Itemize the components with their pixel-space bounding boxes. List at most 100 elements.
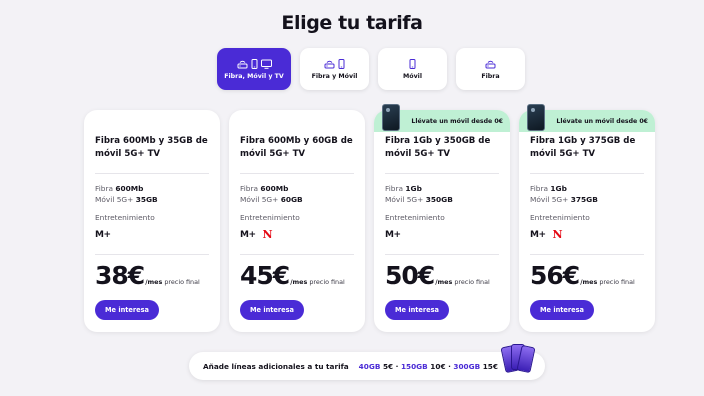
movil-spec: Móvil 5G+ 35GB	[95, 194, 158, 205]
price: 38€ /mes precio final	[95, 261, 200, 290]
fibra-spec: Fibra 600Mb	[95, 183, 143, 194]
phone-icon	[409, 58, 416, 69]
fibra-value: 1Gb	[550, 184, 567, 193]
movil-spec: Móvil 5G+ 60GB	[240, 194, 303, 205]
price-amount: 56€	[530, 261, 580, 290]
movil-value: 35GB	[135, 195, 158, 204]
fibra-label: Fibra	[95, 184, 116, 193]
phone-image-icon	[382, 104, 400, 131]
plan-type-tabs: Fibra, Móvil y TV Fibra y Móvil Móvil Fibra	[217, 48, 525, 90]
router-icon	[237, 59, 248, 69]
offer-gb: 150GB	[400, 361, 428, 371]
price-note: precio final	[164, 278, 200, 286]
price-period: /mes	[290, 278, 308, 286]
movil-spec: Móvil 5G+ 375GB	[530, 194, 598, 205]
tab-fibra-móvil-y-tv[interactable]: Fibra, Móvil y TV	[217, 48, 291, 90]
price-note: precio final	[309, 278, 345, 286]
phone-icon	[338, 58, 345, 69]
fibra-label: Fibra	[385, 184, 406, 193]
entertainment-logos: M+ N	[240, 228, 273, 241]
divider	[240, 254, 354, 255]
me-interesa-button[interactable]: Me interesa	[530, 300, 594, 320]
phone-image-icon	[527, 104, 545, 131]
price-period: /mes	[580, 278, 598, 286]
offer-gb: 300GB	[453, 361, 481, 371]
price-amount: 50€	[385, 261, 435, 290]
divider	[530, 254, 644, 255]
me-interesa-button[interactable]: Me interesa	[95, 300, 159, 320]
promo-text: Llévate un móvil desde 0€	[411, 117, 503, 125]
movil-value: 350GB	[425, 195, 453, 204]
price-amount: 45€	[240, 261, 290, 290]
price-period: /mes	[145, 278, 163, 286]
entertainment-label: Entretenimiento	[385, 213, 445, 222]
plan-cards: Fibra 600Mb y 35GB de móvil 5G+ TV Fibra…	[84, 104, 655, 332]
entertainment-label: Entretenimiento	[530, 213, 590, 222]
netflix-logo-icon: N	[552, 228, 563, 241]
fibra-value: 600Mb	[115, 184, 144, 193]
offer-price: 15€	[482, 361, 498, 371]
netflix-logo-icon: N	[262, 228, 273, 241]
fibra-value: 1Gb	[405, 184, 422, 193]
movil-value: 60GB	[280, 195, 303, 204]
movil-label: Móvil 5G+	[530, 195, 571, 204]
promo-text: Llévate un móvil desde 0€	[556, 117, 648, 125]
price: 50€ /mes precio final	[385, 261, 490, 290]
fibra-value: 600Mb	[260, 184, 289, 193]
additional-lines-label: Añade líneas adicionales a tu tarifa	[203, 361, 349, 371]
me-interesa-button[interactable]: Me interesa	[385, 300, 449, 320]
offer-price: 10€	[430, 361, 446, 371]
plan-title: Fibra 600Mb y 60GB de móvil 5G+ TV	[240, 136, 353, 159]
price-note: precio final	[454, 278, 490, 286]
tab-label: Fibra	[481, 72, 500, 80]
fibra-label: Fibra	[240, 184, 261, 193]
tab-icons	[324, 58, 345, 69]
movistar-plus-logo-icon: M+	[385, 230, 401, 240]
router-icon	[324, 59, 335, 69]
offer-gb: 40GB	[358, 361, 381, 371]
tab-label: Móvil	[402, 72, 422, 80]
tab-icons	[485, 59, 496, 69]
tab-móvil[interactable]: Móvil	[378, 48, 447, 90]
divider	[385, 173, 499, 174]
entertainment-logos: M+	[95, 230, 111, 240]
page-title: Elige tu tarifa	[281, 12, 423, 34]
fibra-spec: Fibra 1Gb	[385, 183, 422, 194]
plan-card: Fibra 600Mb y 35GB de móvil 5G+ TV Fibra…	[84, 110, 220, 332]
tab-label: Fibra y Móvil	[311, 72, 358, 80]
entertainment-label: Entretenimiento	[95, 213, 155, 222]
router-icon	[485, 59, 496, 69]
tab-label: Fibra, Móvil y TV	[224, 72, 284, 80]
tv-icon	[260, 59, 272, 69]
divider	[240, 173, 354, 174]
movil-label: Móvil 5G+	[240, 195, 281, 204]
divider	[530, 173, 644, 174]
movistar-plus-logo-icon: M+	[530, 230, 546, 240]
entertainment-logos: M+ N	[530, 228, 563, 241]
price: 45€ /mes precio final	[240, 261, 345, 290]
divider	[385, 254, 499, 255]
price-note: precio final	[599, 278, 635, 286]
me-interesa-button[interactable]: Me interesa	[240, 300, 304, 320]
tab-icons	[409, 58, 416, 69]
tab-fibra[interactable]: Fibra	[456, 48, 525, 90]
movistar-plus-logo-icon: M+	[95, 230, 111, 240]
plan-card: Llévate un móvil desde 0€ Fibra 1Gb y 35…	[374, 104, 510, 332]
offer-price: 5€	[382, 361, 394, 371]
plan-title: Fibra 1Gb y 350GB de móvil 5G+ TV	[385, 136, 491, 159]
divider	[95, 173, 209, 174]
movistar-plus-logo-icon: M+	[240, 230, 256, 240]
fibra-label: Fibra	[530, 184, 551, 193]
price: 56€ /mes precio final	[530, 261, 635, 290]
movil-label: Móvil 5G+	[95, 195, 136, 204]
tab-fibra-y-móvil[interactable]: Fibra y Móvil	[300, 48, 369, 90]
additional-lines-banner[interactable]: Añade líneas adicionales a tu tarifa 40G…	[189, 344, 545, 380]
plan-card: Fibra 600Mb y 60GB de móvil 5G+ TV Fibra…	[229, 110, 365, 332]
separator: ·	[393, 361, 401, 371]
price-amount: 38€	[95, 261, 145, 290]
entertainment-logos: M+	[385, 230, 401, 240]
entertainment-label: Entretenimiento	[240, 213, 300, 222]
price-period: /mes	[435, 278, 453, 286]
additional-lines-offers: 40GB 5€ · 150GB 10€ · 300GB 15€	[359, 362, 498, 371]
phone-icon	[251, 58, 258, 69]
